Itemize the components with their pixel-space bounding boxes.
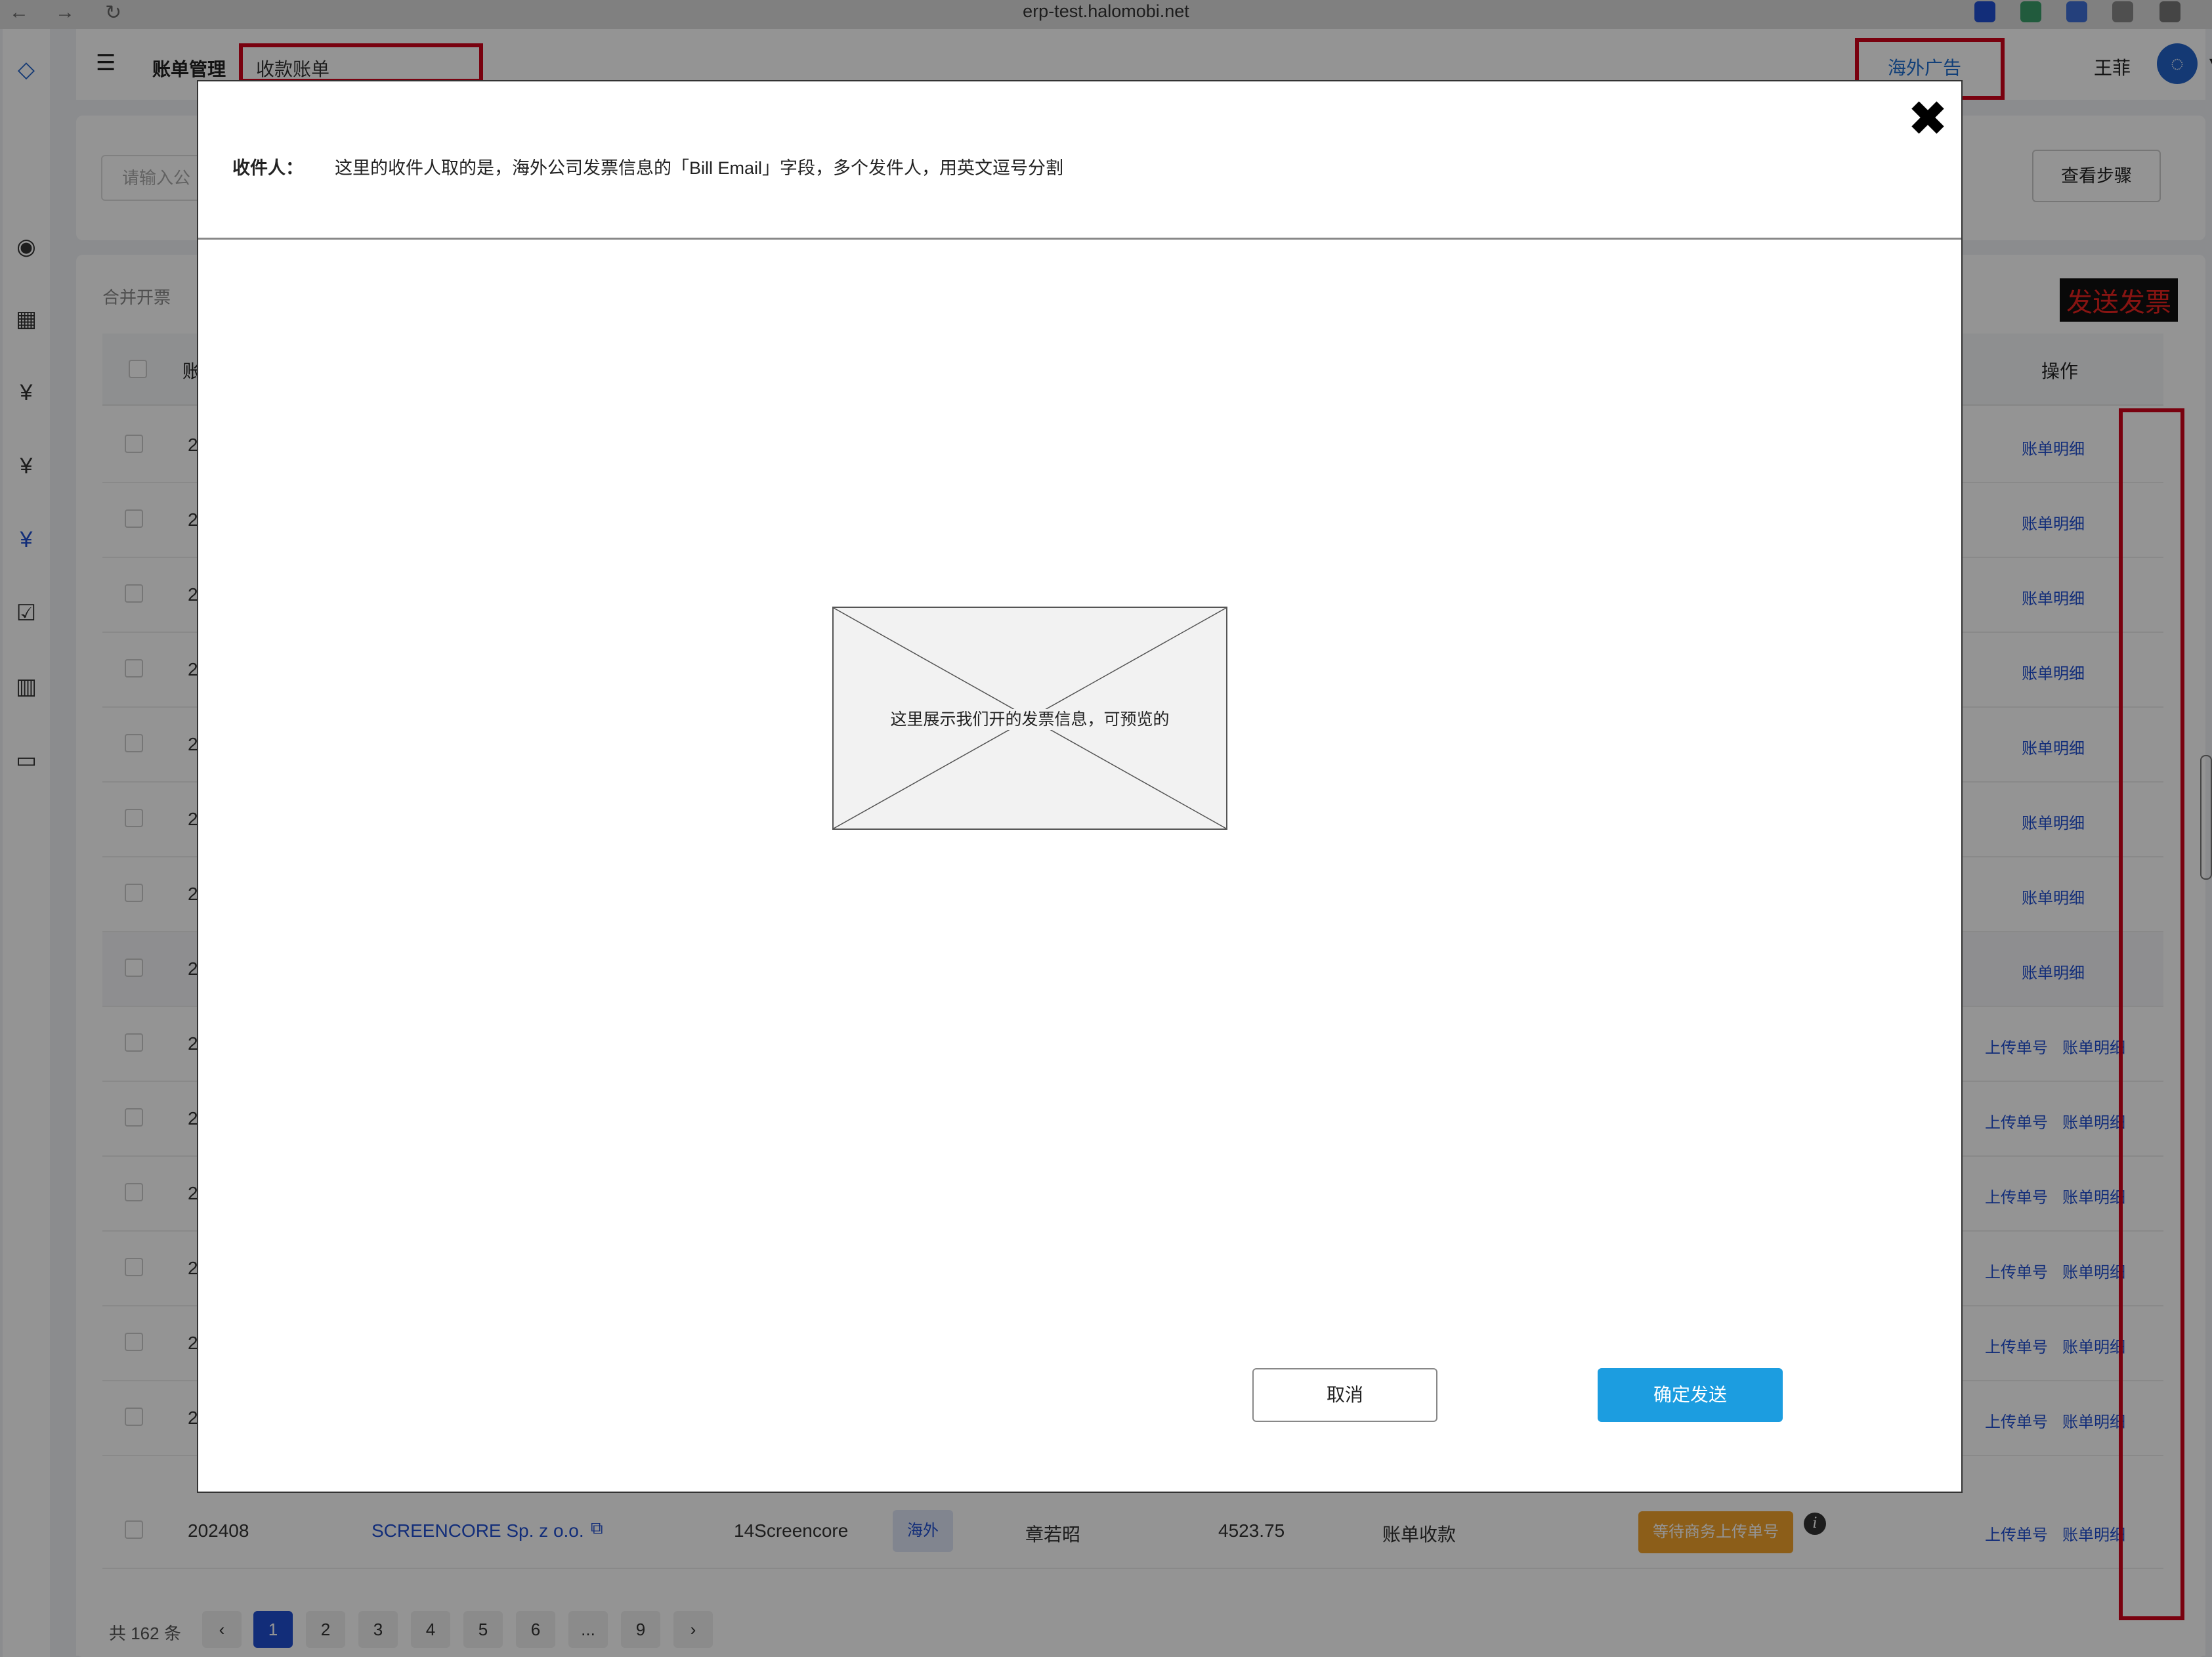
invoice-preview: 这里展示我们开的发票信息，可预览的: [832, 607, 1227, 830]
confirm-send-button[interactable]: 确定发送: [1598, 1368, 1783, 1422]
preview-text: 这里展示我们开的发票信息，可预览的: [883, 709, 1176, 730]
close-icon[interactable]: ✖: [1907, 95, 1948, 143]
recipient-label: 收件人：: [232, 158, 303, 178]
recipient-note: 这里的收件人取的是，海外公司发票信息的「Bill Email」字段，多个发件人，…: [335, 158, 1064, 178]
divider: [198, 238, 1961, 240]
cancel-button[interactable]: 取消: [1252, 1368, 1437, 1422]
send-invoice-dialog: 收件人： 这里的收件人取的是，海外公司发票信息的「Bill Email」字段，多…: [197, 80, 1963, 1493]
